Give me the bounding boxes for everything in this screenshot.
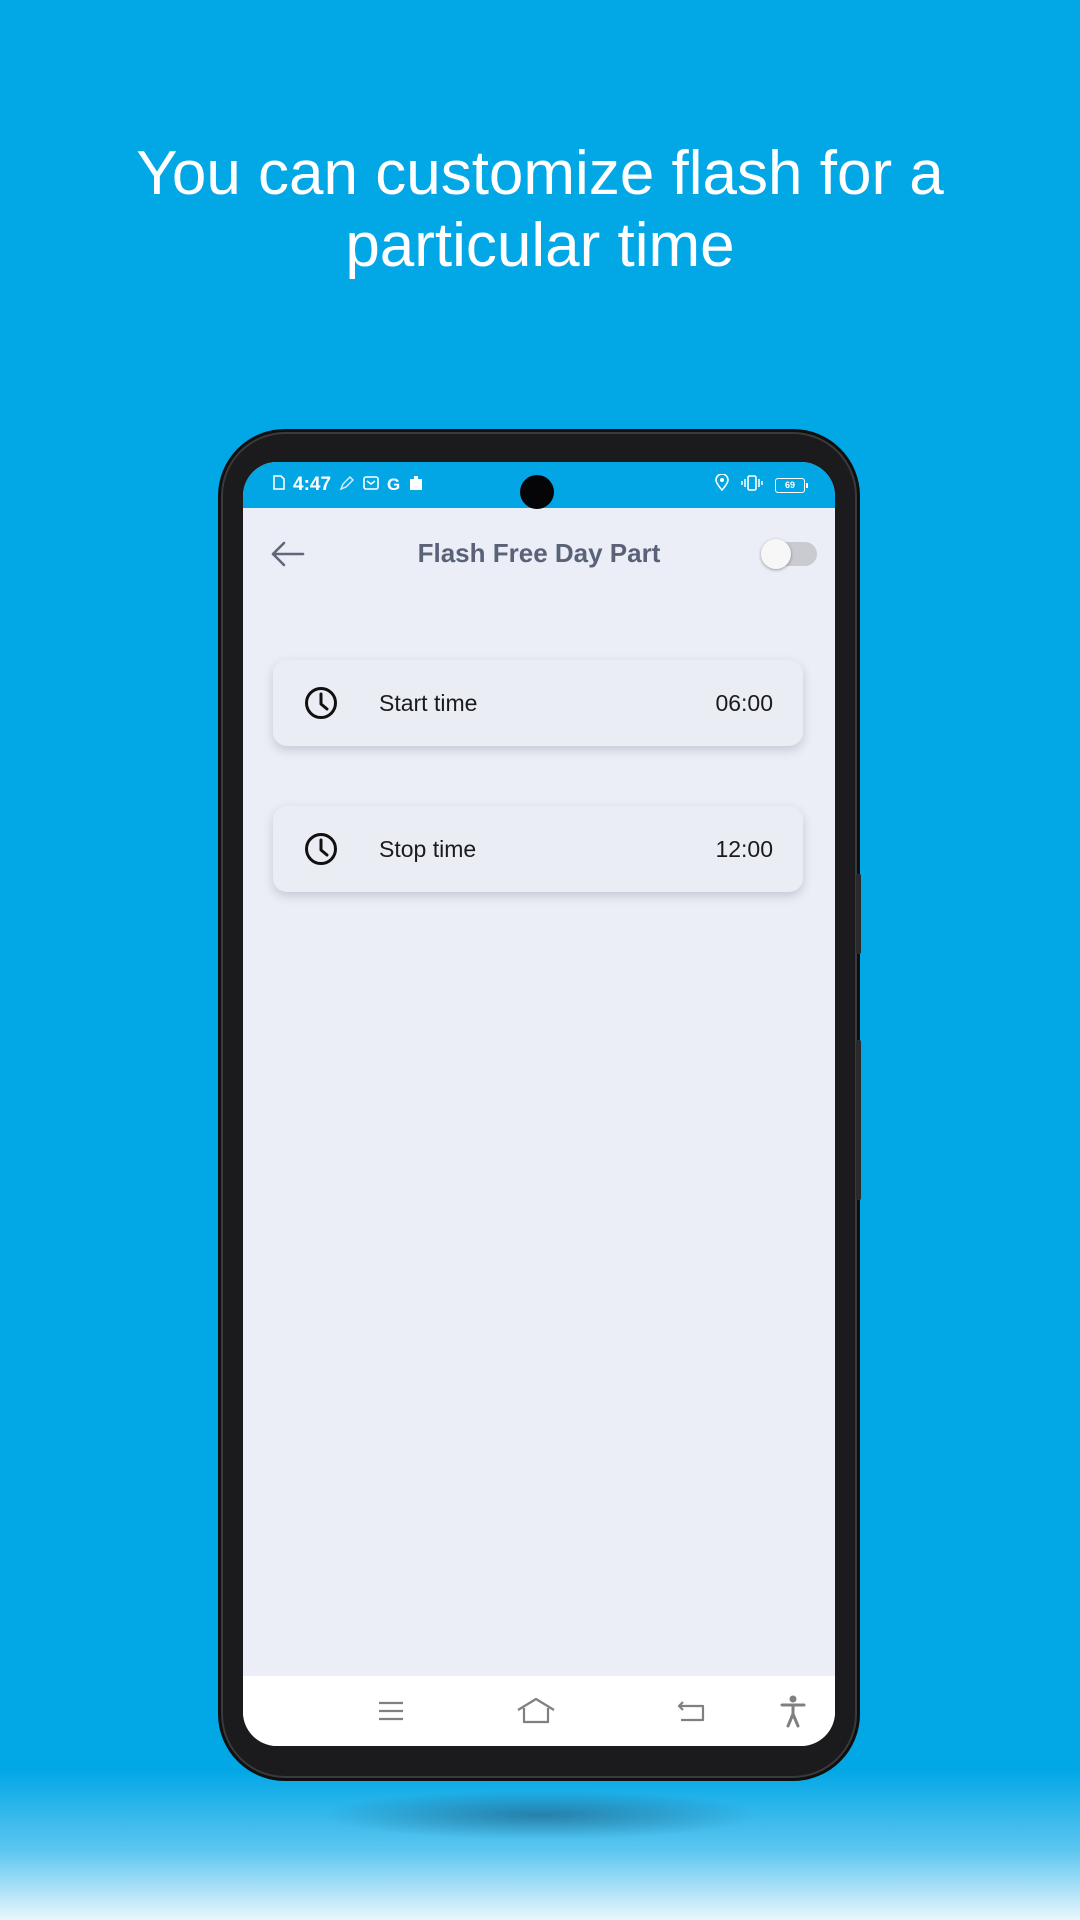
flash-free-toggle[interactable]: [761, 539, 817, 569]
stop-time-value: 12:00: [715, 835, 773, 862]
phone-frame: 4:47 G 69 Flash Free Day Part Start time…: [223, 434, 861, 1776]
location-icon: [715, 473, 729, 496]
phone-shadow: [320, 1790, 760, 1840]
page-title: Flash Free Day Part: [417, 538, 661, 568]
sim-card-icon: [273, 475, 285, 495]
phone-screen: 4:47 G 69 Flash Free Day Part Start time…: [243, 462, 835, 1746]
back-icon: [677, 1701, 705, 1722]
stop-time-label: Stop time: [379, 835, 477, 862]
google-icon: G: [387, 475, 401, 494]
app-bar: Flash Free Day Part: [243, 508, 835, 600]
clock-icon: [305, 687, 337, 719]
pen-icon: [339, 475, 355, 496]
home-icon: [517, 1697, 555, 1724]
start-time-value: 06:00: [715, 689, 773, 716]
accessibility-button[interactable]: [775, 1694, 811, 1728]
start-time-label: Start time: [379, 689, 478, 716]
menu-button[interactable]: [373, 1694, 409, 1728]
vibrate-icon: [741, 474, 763, 496]
back-nav-button[interactable]: [673, 1694, 709, 1728]
home-button[interactable]: [515, 1694, 557, 1728]
clock-icon: [305, 833, 337, 865]
toggle-knob: [761, 539, 791, 569]
power-button: [856, 1040, 861, 1200]
accessibility-icon: [780, 1695, 806, 1728]
stop-time-row[interactable]: Stop time 12:00: [273, 806, 803, 892]
puzzle-icon: [408, 474, 424, 496]
battery-icon: 69: [775, 477, 808, 493]
battery-level: 69: [784, 480, 795, 490]
front-camera: [520, 475, 554, 509]
volume-button: [856, 874, 861, 954]
headline: You can customize flash for a particular…: [136, 139, 944, 280]
menu-icon: [379, 1701, 403, 1721]
start-time-row[interactable]: Start time 06:00: [273, 660, 803, 746]
status-time: 4:47: [293, 474, 332, 495]
mail-icon: [363, 475, 379, 495]
navigation-bar: [243, 1676, 835, 1746]
